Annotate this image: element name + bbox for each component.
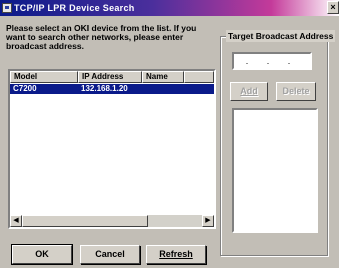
scroll-thumb[interactable] — [22, 215, 148, 227]
add-button[interactable]: Add — [230, 82, 268, 101]
cell-ip-address: 132.168.1.20 — [81, 84, 128, 93]
cell-model: C7200 — [13, 84, 37, 93]
refresh-button[interactable]: Refresh — [146, 245, 206, 264]
instructions-text: Please select an OKI device from the lis… — [6, 23, 197, 51]
broadcast-address-input[interactable]: . . . — [232, 52, 312, 70]
printer-app-icon — [2, 3, 12, 13]
cell-name — [142, 84, 184, 94]
ok-button[interactable]: OK — [11, 244, 73, 265]
scroll-left-arrow-icon[interactable]: ◀ — [10, 215, 22, 227]
target-broadcast-label: Target Broadcast Address — [226, 30, 336, 42]
table-row[interactable]: C7200 132.168.1.20 — [10, 84, 214, 94]
column-name[interactable]: Name — [142, 71, 184, 83]
close-button[interactable]: × — [327, 1, 339, 14]
scroll-right-arrow-icon[interactable]: ▶ — [202, 215, 214, 227]
window-title: TCP/IP LPR Device Search — [14, 3, 135, 13]
title-bar[interactable]: TCP/IP LPR Device Search × — [0, 0, 339, 16]
delete-button[interactable]: Delete — [276, 82, 316, 101]
cancel-button[interactable]: Cancel — [80, 245, 140, 264]
broadcast-address-list[interactable] — [232, 108, 318, 233]
horizontal-scrollbar[interactable]: ◀ ▶ — [10, 215, 214, 227]
column-ip-address[interactable]: IP Address — [78, 71, 142, 83]
list-header: Model IP Address Name — [10, 71, 214, 83]
column-model[interactable]: Model — [10, 71, 78, 83]
device-list[interactable]: Model IP Address Name C7200 132.168.1.20… — [8, 69, 216, 229]
column-filler — [184, 71, 214, 83]
device-search-dialog: TCP/IP LPR Device Search × Please select… — [0, 0, 339, 268]
